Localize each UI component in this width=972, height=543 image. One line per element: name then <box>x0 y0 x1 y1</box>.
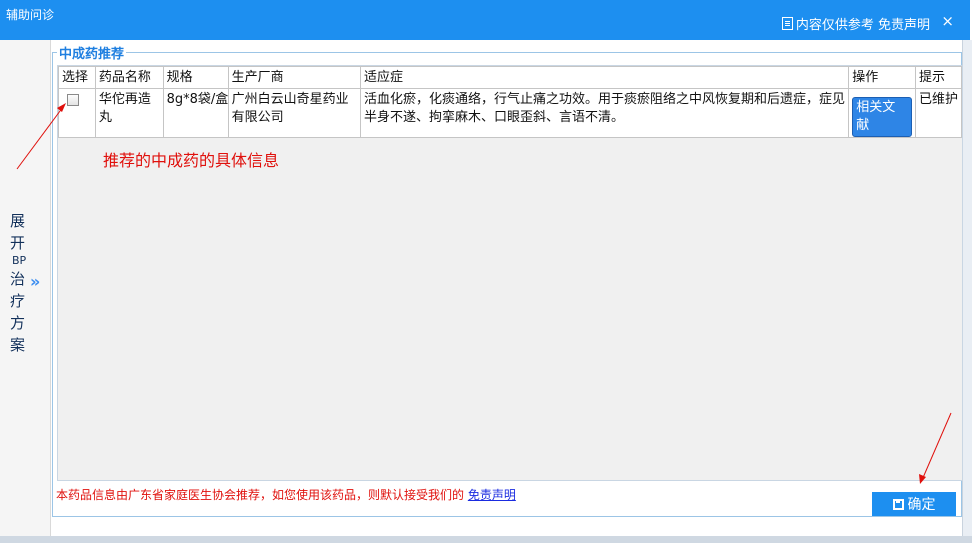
annotation-arrow-head <box>57 103 66 112</box>
ok-arrow-head <box>919 474 926 484</box>
annotation-arrow-line <box>16 106 64 170</box>
annotation-arrows <box>16 103 952 484</box>
ok-arrow-line <box>921 412 952 481</box>
